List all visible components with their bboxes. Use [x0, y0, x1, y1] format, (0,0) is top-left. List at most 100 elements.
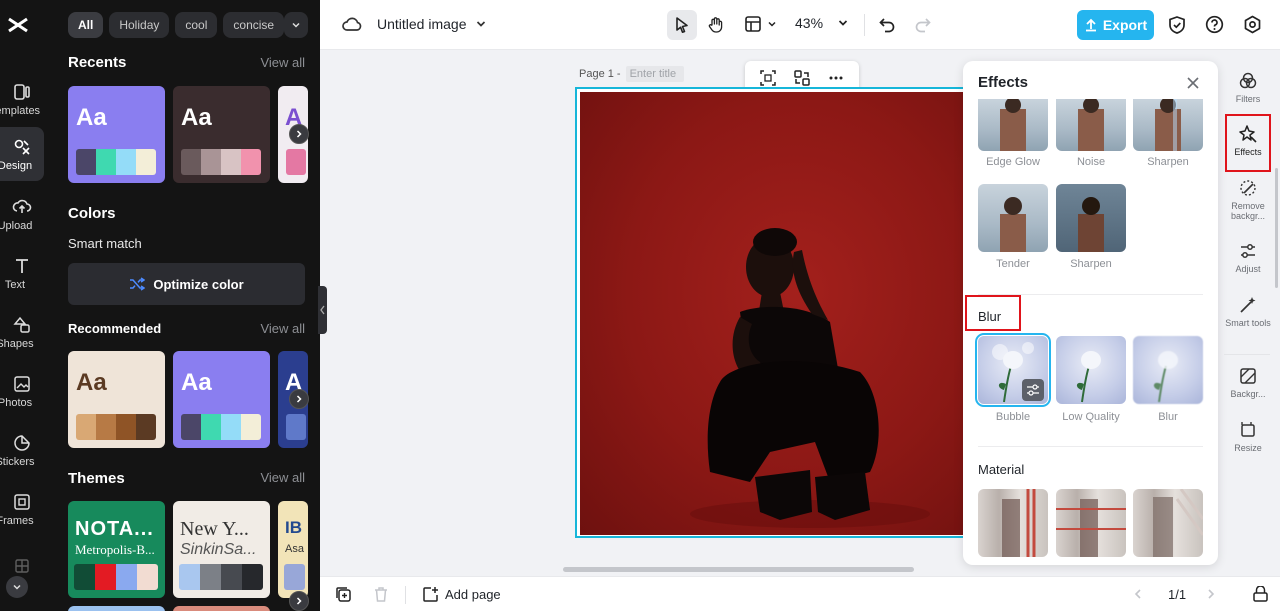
effect-thumb-tender[interactable]	[978, 184, 1048, 252]
rail-item-frames[interactable]: Frames	[0, 482, 44, 536]
effect-thumb-blur[interactable]	[1133, 336, 1203, 404]
recommended-view-all[interactable]: View all	[260, 321, 305, 336]
recent-style-card[interactable]: Aa	[68, 86, 165, 183]
optimize-color-button[interactable]: Optimize color	[68, 263, 305, 305]
tool-background[interactable]: Backgr...	[1222, 366, 1274, 399]
rail-item-photos[interactable]: Photos	[0, 364, 44, 418]
effect-thumb-material-2[interactable]	[1056, 489, 1126, 557]
settings-button[interactable]	[1243, 15, 1262, 34]
panel-collapse-handle[interactable]	[318, 286, 327, 334]
tool-smart-tools[interactable]: Smart tools	[1222, 295, 1274, 328]
filters-icon	[1239, 72, 1257, 89]
right-tool-rail: Filters Effects Remove backgr... Adjust …	[1222, 61, 1274, 461]
trash-icon	[375, 587, 387, 602]
person-thumbnail	[1000, 99, 1026, 151]
page-title-input[interactable]: Enter title	[625, 66, 684, 82]
duplicate-page-button[interactable]	[335, 586, 352, 603]
theme-card[interactable]: New Y... SinkinSa...	[173, 501, 270, 598]
chevron-down-icon	[476, 21, 485, 27]
cloud-sync-icon[interactable]	[342, 15, 362, 33]
recommended-next-button[interactable]	[289, 389, 309, 409]
shield-button[interactable]	[1168, 15, 1186, 35]
effect-label: Low Quality	[1062, 411, 1120, 423]
capcut-logo[interactable]	[6, 14, 30, 36]
theme-subheading: Metropolis-B...	[75, 542, 155, 557]
recents-next-button[interactable]	[289, 124, 309, 144]
rail-item-shapes[interactable]: Shapes	[0, 305, 44, 359]
crop-icon[interactable]	[759, 69, 777, 87]
theme-card[interactable]: NOTA... Metropolis-B...	[68, 501, 165, 598]
chip-concise[interactable]: concise	[223, 12, 285, 38]
rail-item-templates[interactable]: Templates	[0, 72, 44, 126]
add-page-icon	[423, 587, 438, 602]
recent-style-card[interactable]: Aa	[173, 86, 270, 183]
effect-thumb-noise[interactable]	[1056, 99, 1126, 151]
layout-icon	[745, 16, 761, 32]
tool-label: Resize	[1234, 443, 1262, 453]
chip-all[interactable]: All	[68, 12, 104, 38]
undo-button[interactable]	[878, 15, 896, 33]
canvas-photo[interactable]	[580, 92, 974, 535]
effect-thumb-material-3[interactable]	[1133, 489, 1203, 557]
tool-label: Adjust	[1235, 264, 1261, 274]
page-manager-button[interactable]	[1252, 586, 1269, 603]
color-swatches	[76, 149, 156, 175]
chip-cool[interactable]: cool	[175, 12, 218, 38]
page-number-label: Page 1 -	[579, 68, 621, 80]
chip-holiday[interactable]: Holiday	[109, 12, 170, 38]
adjust-effect-button[interactable]	[1022, 379, 1044, 401]
rail-collapse-button[interactable]	[6, 576, 28, 598]
person-thumbnail	[1000, 197, 1026, 252]
rail-label: Text	[4, 278, 26, 291]
horizontal-scrollbar[interactable]	[563, 567, 914, 572]
effect-label: Sharpen	[1070, 258, 1112, 270]
chips-more-button[interactable]	[284, 12, 308, 38]
rail-item-upload[interactable]: Upload	[0, 187, 44, 241]
document-title-menu[interactable]: Untitled image	[377, 16, 487, 32]
next-page-button[interactable]	[1205, 588, 1217, 600]
effect-thumb-edge-glow[interactable]	[978, 99, 1048, 151]
theme-card[interactable]: IB Asa	[278, 501, 308, 598]
add-page-button[interactable]: Add page	[422, 586, 501, 603]
vertical-scrollbar[interactable]	[1275, 168, 1278, 288]
prev-page-button[interactable]	[1132, 588, 1144, 600]
page-counter: 1/1	[1168, 587, 1187, 602]
tool-remove-background[interactable]: Remove backgr...	[1222, 178, 1274, 221]
help-button[interactable]	[1205, 15, 1224, 34]
recents-view-all[interactable]: View all	[260, 55, 305, 70]
replace-icon[interactable]	[793, 69, 811, 87]
rail-label: Upload	[0, 219, 33, 232]
rail-item-text[interactable]: Text	[0, 246, 44, 300]
tool-label: Remove backgr...	[1230, 201, 1266, 221]
themes-view-all[interactable]: View all	[260, 470, 305, 485]
zoom-menu[interactable]: 43%	[795, 15, 849, 31]
select-tool-button[interactable]	[667, 10, 697, 40]
gear-icon	[1244, 15, 1261, 34]
recommended-style-card[interactable]: Aa	[173, 351, 270, 448]
themes-next-button[interactable]	[289, 591, 309, 611]
color-swatches	[181, 414, 261, 440]
shuffle-icon	[130, 277, 146, 291]
effect-thumb-bubble[interactable]	[975, 333, 1051, 407]
hand-tool-button[interactable]	[701, 10, 731, 40]
rail-item-design[interactable]: Design	[0, 127, 44, 181]
more-icon[interactable]	[827, 69, 845, 87]
color-swatches	[181, 149, 261, 175]
tool-resize[interactable]: Resize	[1222, 420, 1274, 453]
export-button[interactable]: Export	[1077, 10, 1154, 40]
effect-thumb-material-1[interactable]	[978, 489, 1048, 557]
canvas-page[interactable]	[575, 87, 977, 538]
rail-item-stickers[interactable]: Stickers	[0, 423, 44, 477]
effects-panel: Effects Edge Glow Noise Sharpen Tender S…	[963, 61, 1218, 565]
recommended-style-card[interactable]: Aa	[68, 351, 165, 448]
layout-menu-button[interactable]	[744, 15, 777, 33]
tool-filters[interactable]: Filters	[1222, 71, 1274, 104]
effect-thumb-sharpen[interactable]	[1133, 99, 1203, 151]
redo-button[interactable]	[914, 15, 932, 33]
delete-page-button[interactable]	[373, 586, 389, 603]
tool-adjust[interactable]: Adjust	[1222, 241, 1274, 274]
close-icon[interactable]	[1185, 75, 1201, 91]
effect-thumb-sharpen-2[interactable]	[1056, 184, 1126, 252]
smart-match-label: Smart match	[68, 236, 142, 251]
effect-thumb-low-quality[interactable]	[1056, 336, 1126, 404]
